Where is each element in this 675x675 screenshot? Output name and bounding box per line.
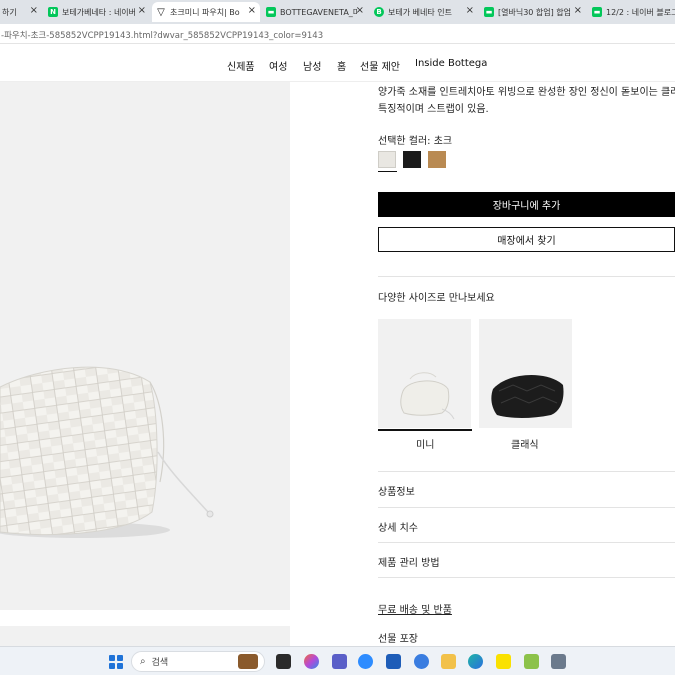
naver-icon: N — [48, 7, 58, 17]
browser-tab-3[interactable]: ▬ BOTTEGAVENETA_미 × — [262, 2, 368, 22]
naver-circle-icon: B — [374, 7, 384, 17]
browser-tab-2[interactable]: ▽ 초크미니 파우치| Bo × — [152, 2, 260, 22]
tab-title: 보테가 베네타 인트 — [388, 7, 452, 17]
close-icon[interactable]: × — [138, 5, 146, 16]
tab-title: 보테가베네타 : 네이버 — [62, 7, 137, 17]
tab-title: [열바닉30 합업] 합업 — [498, 7, 572, 17]
swatch-selected-indicator — [378, 171, 397, 172]
close-icon[interactable]: × — [356, 5, 364, 16]
nav-item-new[interactable]: 신제품 — [227, 58, 255, 73]
nav-item-women[interactable]: 여성 — [269, 58, 287, 73]
search-icon: ⌕ — [140, 656, 146, 667]
tab-title: 12/2 : 네이버 블로그 — [606, 7, 675, 17]
tab-title: 초크미니 파우치| Bo — [170, 7, 240, 17]
gift-wrap-label[interactable]: 선물 포장 — [378, 630, 418, 645]
free-shipping-returns-link[interactable]: 무료 배송 및 반품 — [378, 601, 452, 616]
accordion-care[interactable]: 제품 관리 방법 — [378, 554, 440, 569]
close-icon[interactable]: × — [30, 5, 38, 16]
pouch-image — [0, 366, 214, 538]
divider — [378, 507, 675, 508]
description-line: 특징적이며 스트랩이 있음. — [378, 104, 489, 115]
naver-icon: ▬ — [266, 7, 276, 17]
close-icon[interactable]: × — [248, 5, 256, 16]
size-selected-indicator — [378, 429, 472, 431]
nav-item-gifts[interactable]: 선물 제안 — [360, 58, 400, 73]
size-card-mini[interactable] — [378, 319, 471, 428]
size-label-mini: 미니 — [416, 440, 435, 451]
naver-icon: ▬ — [484, 7, 494, 17]
mini-pouch-thumbnail — [400, 372, 455, 420]
taskbar-search[interactable]: ⌕ 검색 — [131, 651, 265, 672]
folder-icon[interactable] — [441, 654, 456, 669]
close-icon[interactable]: × — [466, 5, 474, 16]
taskbar: ⌕ 검색 — [0, 646, 675, 675]
kakaotalk-icon[interactable] — [496, 654, 511, 669]
accordion-product-info[interactable]: 상품정보 — [378, 483, 415, 498]
file-explorer-icon[interactable] — [276, 654, 291, 669]
divider — [378, 542, 675, 543]
selected-color-label: 선택한 컬러: 초크 — [378, 136, 453, 147]
swatch-chalk[interactable] — [378, 151, 396, 168]
widget-icon[interactable] — [238, 654, 258, 669]
copilot-icon[interactable] — [304, 654, 319, 669]
browser-tab-bar: 하기 × N 보테가베네타 : 네이버 × ▽ 초크미니 파우치| Bo × ▬… — [0, 0, 675, 24]
close-icon[interactable]: × — [574, 5, 582, 16]
divider — [378, 276, 675, 277]
search-placeholder: 검색 — [151, 658, 169, 668]
browser-tab-4[interactable]: B 보테가 베네타 인트 × — [370, 2, 478, 22]
add-to-cart-button[interactable]: 장바구니에 추가 — [378, 192, 675, 217]
product-description: 양가죽 소재를 인트레치아토 위빙으로 완성한 장인 정신이 돋보이는 클러 특… — [378, 84, 675, 118]
accordion-dimensions[interactable]: 상세 치수 — [378, 519, 418, 534]
sizes-heading: 다양한 사이즈로 만나보세요 — [378, 293, 495, 304]
calculator-icon[interactable] — [551, 654, 566, 669]
tab-title: BOTTEGAVENETA_미 — [280, 7, 358, 17]
teams-icon[interactable] — [332, 654, 347, 669]
size-label-classic: 클래식 — [511, 440, 539, 451]
store-icon[interactable] — [386, 654, 401, 669]
divider — [378, 577, 675, 578]
find-in-store-button[interactable]: 매장에서 찾기 — [378, 227, 675, 252]
browser-tab-1[interactable]: N 보테가베네타 : 네이버 × — [44, 2, 150, 22]
nav-item-home[interactable]: 홈 — [337, 58, 346, 73]
site-nav: 신제품 여성 남성 홈 선물 제안 Inside Bottega — [0, 44, 675, 82]
naver-icon: ▬ — [592, 7, 602, 17]
product-image[interactable] — [0, 82, 290, 610]
triangle-icon: ▽ — [157, 6, 165, 18]
browser-icon[interactable] — [414, 654, 429, 669]
address-bar[interactable]: -파우치-초크-585852VCPP19143.html?dwvar_58585… — [0, 24, 675, 44]
browser-tab-0[interactable]: 하기 × — [0, 2, 42, 22]
browser-tab-5[interactable]: ▬ [열바닉30 합업] 합업 × — [480, 2, 586, 22]
browser-tab-6[interactable]: ▬ 12/2 : 네이버 블로그 — [588, 2, 675, 22]
description-line: 양가죽 소재를 인트레치아토 위빙으로 완성한 장인 정신이 돋보이는 클러 — [378, 87, 675, 98]
nav-item-inside-bottega[interactable]: Inside Bottega — [415, 58, 487, 69]
divider — [378, 471, 675, 472]
game-icon[interactable] — [524, 654, 539, 669]
classic-pouch-thumbnail — [491, 374, 564, 418]
swatch-tan[interactable] — [428, 151, 446, 168]
tab-title: 하기 — [2, 7, 17, 17]
nav-item-men[interactable]: 남성 — [303, 58, 321, 73]
windows-start-icon[interactable] — [109, 655, 123, 669]
swatch-black[interactable] — [403, 151, 421, 168]
size-card-classic[interactable] — [479, 319, 572, 428]
zoom-icon[interactable] — [358, 654, 373, 669]
edge-icon[interactable] — [468, 654, 483, 669]
